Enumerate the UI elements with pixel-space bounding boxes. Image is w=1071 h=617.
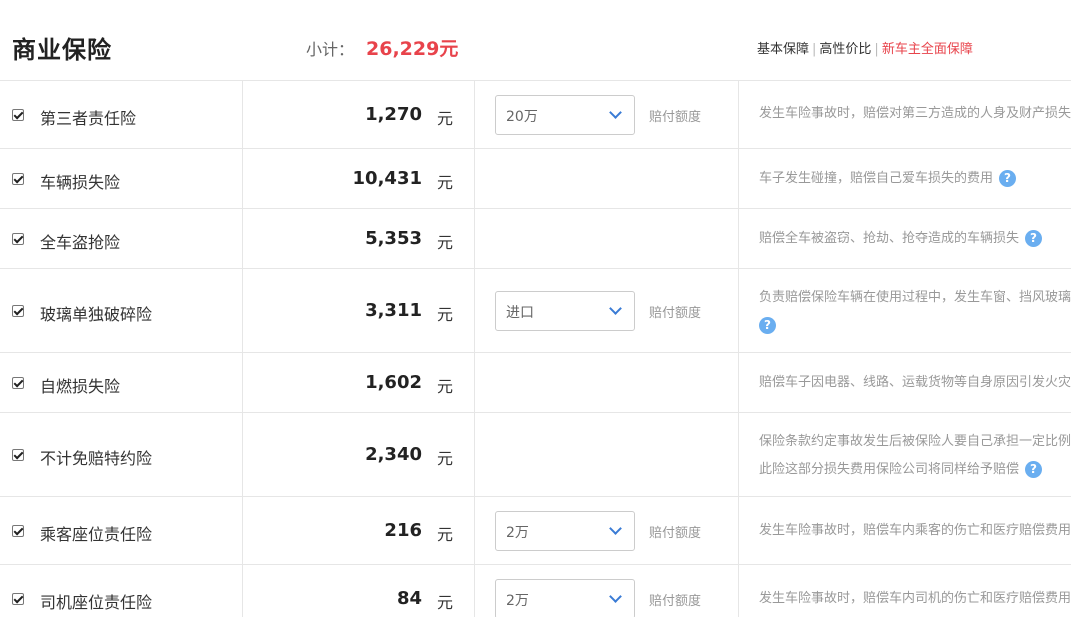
insurance-row-glass: 玻璃单独破碎险 3,311 元 进口 赔付额度 负责赔偿保险车辆在使用过程中，发…: [0, 268, 1071, 352]
insurance-description: 发生车险事故时，赔偿车内司机的伤亡和医疗赔偿费用: [759, 585, 1071, 613]
coverage-select[interactable]: 2万: [495, 579, 635, 617]
amount-unit: 元: [437, 233, 454, 252]
insurance-description: 赔偿车子因电器、线路、运载货物等自身原因引发火灾: [759, 369, 1071, 397]
description-text: 赔偿全车被盗窃、抢劫、抢夺造成的车辆损失: [759, 231, 1020, 246]
amount-unit: 元: [437, 449, 454, 468]
description-text: 车子发生碰撞，赔偿自己爱车损失的费用: [759, 171, 994, 186]
header: 商业保险 小计： 26,229元 基本保障 | 高性价比 | 新车主全面保障: [0, 0, 1071, 80]
amount-unit: 元: [437, 173, 454, 192]
row-checkbox[interactable]: [12, 377, 24, 389]
description-text: 负责赔偿保险车辆在使用过程中，发生车窗、挡风玻璃: [759, 290, 1071, 305]
coverage-select-value: 20万: [506, 109, 538, 125]
insurance-row-driver-seat: 司机座位责任险 84 元 2万 赔付额度 发生车险事故时，赔偿车内司机的伤亡和医…: [0, 564, 1071, 617]
subtotal-value: 26,229元: [366, 38, 459, 60]
chevron-down-icon: [609, 522, 622, 535]
row-checkbox[interactable]: [12, 233, 24, 245]
insurance-name: 不计免赔特约险: [40, 449, 153, 468]
coverage-label: 赔付额度: [649, 526, 702, 541]
row-checkbox[interactable]: [12, 305, 24, 317]
help-icon[interactable]: ?: [1025, 461, 1043, 478]
coverage-select[interactable]: 20万: [495, 95, 635, 135]
coverage-label: 赔付额度: [649, 110, 702, 125]
row-checkbox[interactable]: [12, 525, 24, 537]
insurance-name: 玻璃单独破碎险: [40, 305, 153, 324]
description-text: 发生车险事故时，赔偿车内司机的伤亡和医疗赔偿费用: [759, 591, 1071, 606]
amount-unit: 元: [437, 593, 454, 612]
description-text: 发生车险事故时，赔偿车内乘客的伤亡和医疗赔偿费用: [759, 523, 1071, 538]
insurance-amount: 2,340: [365, 444, 422, 465]
plan-tabs: 基本保障 | 高性价比 | 新车主全面保障: [757, 38, 973, 57]
tab-value[interactable]: 高性价比: [819, 42, 871, 57]
insurance-row-self-ignition: 自燃损失险 1,602 元 赔偿车子因电器、线路、运载货物等自身原因引发火灾: [0, 352, 1071, 412]
insurance-name: 第三者责任险: [40, 109, 137, 128]
description-text: 此险这部分损失费用保险公司将同样给予赔偿: [759, 462, 1020, 477]
subtotal-label: 小计：: [306, 40, 355, 59]
insurance-description: 发生车险事故时，赔偿对第三方造成的人身及财产损失: [759, 100, 1071, 128]
insurance-amount: 5,353: [365, 228, 422, 249]
insurance-amount: 1,602: [365, 372, 422, 393]
help-icon[interactable]: ?: [759, 317, 776, 334]
amount-unit: 元: [437, 109, 454, 128]
insurance-name: 乘客座位责任险: [40, 525, 153, 544]
amount-unit: 元: [437, 377, 454, 396]
coverage-select[interactable]: 2万: [495, 511, 635, 551]
insurance-description: 保险条款约定事故发生后被保险人要自己承担一定比例 此险这部分损失费用保险公司将同样…: [759, 428, 1071, 484]
tab-separator: |: [874, 42, 879, 57]
coverage-select-value: 进口: [506, 305, 534, 321]
insurance-row-passenger-seat: 乘客座位责任险 216 元 2万 赔付额度 发生车险事故时，赔偿车内乘客的伤亡和…: [0, 496, 1071, 564]
row-checkbox[interactable]: [12, 109, 24, 121]
insurance-name: 全车盗抢险: [40, 233, 121, 252]
insurance-row-theft: 全车盗抢险 5,353 元 赔偿全车被盗窃、抢劫、抢夺造成的车辆损失?: [0, 208, 1071, 268]
chevron-down-icon: [609, 106, 622, 119]
insurance-amount: 216: [384, 520, 422, 541]
row-checkbox[interactable]: [12, 449, 24, 461]
description-text: 保险条款约定事故发生后被保险人要自己承担一定比例: [759, 434, 1071, 449]
coverage-label: 赔付额度: [649, 594, 702, 609]
insurance-name: 车辆损失险: [40, 173, 121, 192]
page-title: 商业保险: [12, 36, 112, 64]
coverage-select-value: 2万: [506, 525, 529, 541]
insurance-row-deductible-waiver: 不计免赔特约险 2,340 元 保险条款约定事故发生后被保险人要自己承担一定比例…: [0, 412, 1071, 496]
insurance-description: 负责赔偿保险车辆在使用过程中，发生车窗、挡风玻璃?: [759, 284, 1071, 340]
insurance-amount: 10,431: [352, 168, 422, 189]
row-checkbox[interactable]: [12, 593, 24, 605]
tab-full-coverage[interactable]: 新车主全面保障: [882, 42, 973, 57]
description-text: 赔偿车子因电器、线路、运载货物等自身原因引发火灾: [759, 375, 1071, 390]
amount-unit: 元: [437, 525, 454, 544]
insurance-row-vehicle-damage: 车辆损失险 10,431 元 车子发生碰撞，赔偿自己爱车损失的费用?: [0, 148, 1071, 208]
coverage-label: 赔付额度: [649, 306, 702, 321]
chevron-down-icon: [609, 302, 622, 315]
insurance-amount: 3,311: [365, 300, 422, 321]
tab-basic[interactable]: 基本保障: [757, 42, 809, 57]
insurance-name: 自燃损失险: [40, 377, 121, 396]
insurance-description: 车子发生碰撞，赔偿自己爱车损失的费用?: [759, 165, 1071, 193]
help-icon[interactable]: ?: [999, 170, 1017, 187]
amount-unit: 元: [437, 305, 454, 324]
insurance-amount: 84: [396, 588, 422, 609]
coverage-select[interactable]: 进口: [495, 291, 635, 331]
insurance-row-third-party: 第三者责任险 1,270 元 20万 赔付额度 发生车险事故时，赔偿对第三方造成…: [0, 80, 1071, 148]
description-text: 发生车险事故时，赔偿对第三方造成的人身及财产损失: [759, 106, 1071, 121]
insurance-description: 赔偿全车被盗窃、抢劫、抢夺造成的车辆损失?: [759, 225, 1071, 253]
chevron-down-icon: [609, 590, 622, 603]
insurance-name: 司机座位责任险: [40, 593, 153, 612]
tab-separator: |: [812, 42, 817, 57]
row-checkbox[interactable]: [12, 173, 24, 185]
help-icon[interactable]: ?: [1025, 230, 1043, 247]
insurance-description: 发生车险事故时，赔偿车内乘客的伤亡和医疗赔偿费用: [759, 517, 1071, 545]
coverage-select-value: 2万: [506, 593, 529, 609]
insurance-amount: 1,270: [365, 104, 422, 125]
